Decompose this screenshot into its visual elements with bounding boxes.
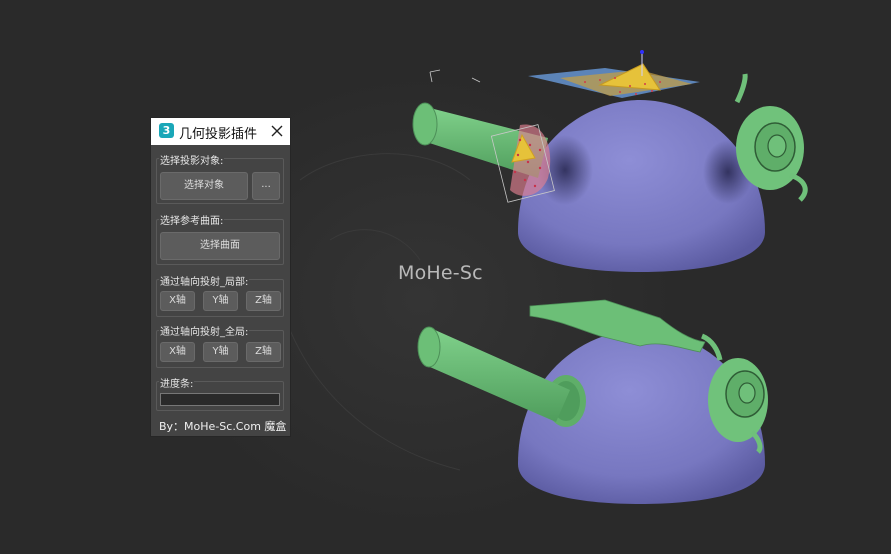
credits-footer: By：MoHe-Sc.Com 魔盒 — [159, 420, 287, 433]
close-button[interactable] — [268, 122, 286, 140]
group-axis-global-label: 通过轴向投射_全局: — [159, 323, 250, 338]
group-progress-label: 进度条: — [159, 375, 195, 390]
viewport-watermark: MoHe-Sc — [398, 262, 483, 284]
local-z-axis-button[interactable]: Z轴 — [246, 291, 281, 311]
local-x-axis-button[interactable]: X轴 — [160, 291, 195, 311]
close-icon — [271, 125, 283, 137]
plugin-titlebar[interactable]: 3 几何投影插件 — [151, 118, 290, 145]
window-title: 几何投影插件 — [179, 127, 258, 142]
select-surface-button[interactable]: 选择曲面 — [160, 232, 280, 260]
local-y-axis-button[interactable]: Y轴 — [203, 291, 238, 311]
select-object-button[interactable]: 选择对象 — [160, 172, 248, 200]
group-select-surface-label: 选择参考曲面: — [159, 212, 225, 227]
more-options-button[interactable]: ... — [252, 172, 280, 200]
global-z-axis-button[interactable]: Z轴 — [246, 342, 281, 362]
group-axis-local-label: 通过轴向投射_局部: — [159, 273, 250, 288]
global-x-axis-button[interactable]: X轴 — [160, 342, 195, 362]
global-y-axis-button[interactable]: Y轴 — [203, 342, 238, 362]
3d-viewport[interactable]: MoHe-Sc — [0, 0, 891, 554]
group-select-target-label: 选择投影对象: — [159, 152, 225, 167]
top-plane — [528, 50, 700, 98]
app-logo-icon: 3 — [159, 123, 174, 138]
progress-bar — [160, 393, 280, 406]
